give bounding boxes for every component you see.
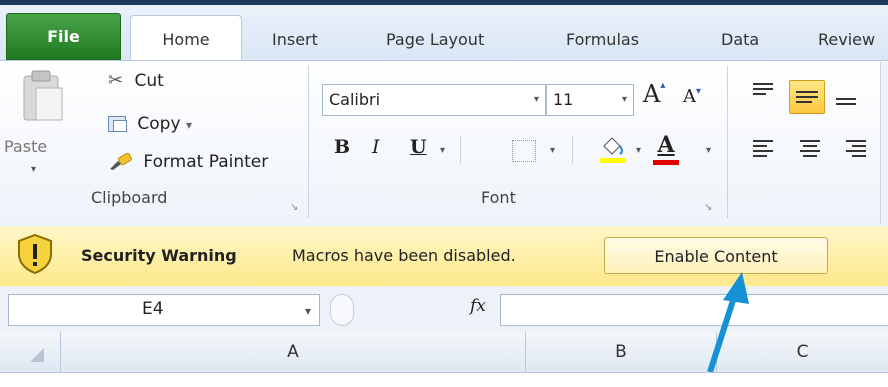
- tab-data[interactable]: Data: [721, 19, 759, 61]
- column-header-c[interactable]: C: [717, 332, 888, 373]
- paint-bucket-icon: [600, 137, 626, 163]
- paste-label[interactable]: Paste: [4, 137, 47, 156]
- font-name-dropdown-icon[interactable]: ▾: [534, 94, 539, 105]
- formula-input[interactable]: [500, 294, 888, 326]
- formula-bar: E4 ▾ fx: [0, 286, 888, 333]
- align-top-icon[interactable]: [752, 82, 774, 98]
- underline-dropdown-icon[interactable]: ▾: [440, 145, 445, 156]
- fill-color-button[interactable]: [598, 134, 628, 164]
- borders-dropdown-icon[interactable]: ▾: [550, 145, 555, 156]
- enable-content-button[interactable]: Enable Content: [604, 237, 828, 274]
- font-color-dropdown-icon[interactable]: ▾: [706, 145, 711, 156]
- cut-label: Cut: [134, 71, 164, 91]
- align-middle-icon: [796, 91, 818, 103]
- clipboard-dialog-launcher-icon[interactable]: ↘: [290, 202, 300, 213]
- font-dialog-launcher-icon[interactable]: ↘: [704, 202, 714, 213]
- paste-button[interactable]: [18, 68, 68, 132]
- fill-color-dropdown-icon[interactable]: ▾: [636, 145, 641, 156]
- ribbon-edge: [880, 62, 888, 224]
- font-name-combobox[interactable]: Calibri ▾: [322, 84, 546, 116]
- font-name-value: Calibri: [329, 90, 381, 109]
- copy-button[interactable]: Copy ▾: [108, 114, 192, 134]
- formula-resize-handle[interactable]: [330, 294, 354, 326]
- select-all-corner[interactable]: [0, 332, 61, 373]
- warning-shield-icon: [18, 233, 52, 275]
- copy-label: Copy: [137, 114, 181, 134]
- tab-insert[interactable]: Insert: [272, 19, 318, 61]
- copy-icon: [108, 116, 127, 132]
- security-warning-title: Security Warning: [81, 246, 237, 265]
- grow-font-icon: A: [643, 80, 661, 108]
- align-bottom-icon[interactable]: [835, 94, 857, 110]
- align-middle-button[interactable]: [789, 80, 825, 114]
- align-center-icon[interactable]: [799, 138, 821, 158]
- format-painter-button[interactable]: Format Painter: [108, 152, 268, 172]
- font-group-label: Font: [481, 188, 516, 207]
- tab-formulas[interactable]: Formulas: [566, 19, 639, 61]
- underline-button[interactable]: U: [410, 136, 427, 158]
- column-header-b[interactable]: B: [526, 332, 717, 373]
- name-box-dropdown-icon[interactable]: ▾: [305, 304, 311, 318]
- name-box-value: E4: [142, 299, 164, 319]
- scissors-icon: ✂: [108, 70, 124, 91]
- paintbrush-icon: [108, 152, 134, 171]
- font-color-icon: A: [657, 132, 675, 158]
- font-size-dropdown-icon[interactable]: ▾: [622, 94, 627, 105]
- cut-button[interactable]: ✂ Cut: [108, 70, 164, 91]
- separator: [572, 136, 573, 164]
- column-header-a[interactable]: A: [61, 332, 526, 373]
- align-right-icon[interactable]: [845, 138, 867, 158]
- grow-font-button[interactable]: A▴: [643, 80, 665, 108]
- separator: [460, 136, 461, 164]
- font-color-button[interactable]: A: [652, 132, 680, 166]
- group-divider: [727, 66, 728, 218]
- bold-button[interactable]: B: [334, 136, 350, 158]
- tab-home[interactable]: Home: [130, 15, 242, 66]
- group-divider: [308, 66, 309, 218]
- name-box[interactable]: E4 ▾: [8, 294, 320, 326]
- italic-button[interactable]: I: [372, 136, 380, 158]
- ribbon-tab-strip: File Home Insert Page Layout Formulas Da…: [0, 5, 888, 66]
- tab-page-layout[interactable]: Page Layout: [386, 19, 484, 61]
- font-size-combobox[interactable]: 11 ▾: [546, 84, 634, 116]
- tab-file[interactable]: File: [6, 13, 121, 60]
- paste-dropdown-icon[interactable]: ▾: [31, 164, 36, 175]
- tab-review[interactable]: Review: [818, 19, 875, 61]
- copy-dropdown-icon[interactable]: ▾: [186, 118, 192, 132]
- security-warning-bar: Security Warning Macros have been disabl…: [0, 226, 888, 287]
- paste-icon: [23, 70, 63, 121]
- shrink-font-button[interactable]: A▾: [683, 86, 701, 107]
- borders-icon[interactable]: [512, 140, 536, 162]
- insert-function-icon[interactable]: fx: [470, 296, 486, 316]
- format-painter-label: Format Painter: [143, 152, 269, 172]
- security-warning-message: Macros have been disabled.: [292, 246, 516, 265]
- font-size-value: 11: [553, 90, 574, 109]
- clipboard-group-label: Clipboard: [91, 188, 168, 207]
- align-left-icon[interactable]: [752, 138, 774, 158]
- shrink-font-icon: A: [683, 86, 696, 107]
